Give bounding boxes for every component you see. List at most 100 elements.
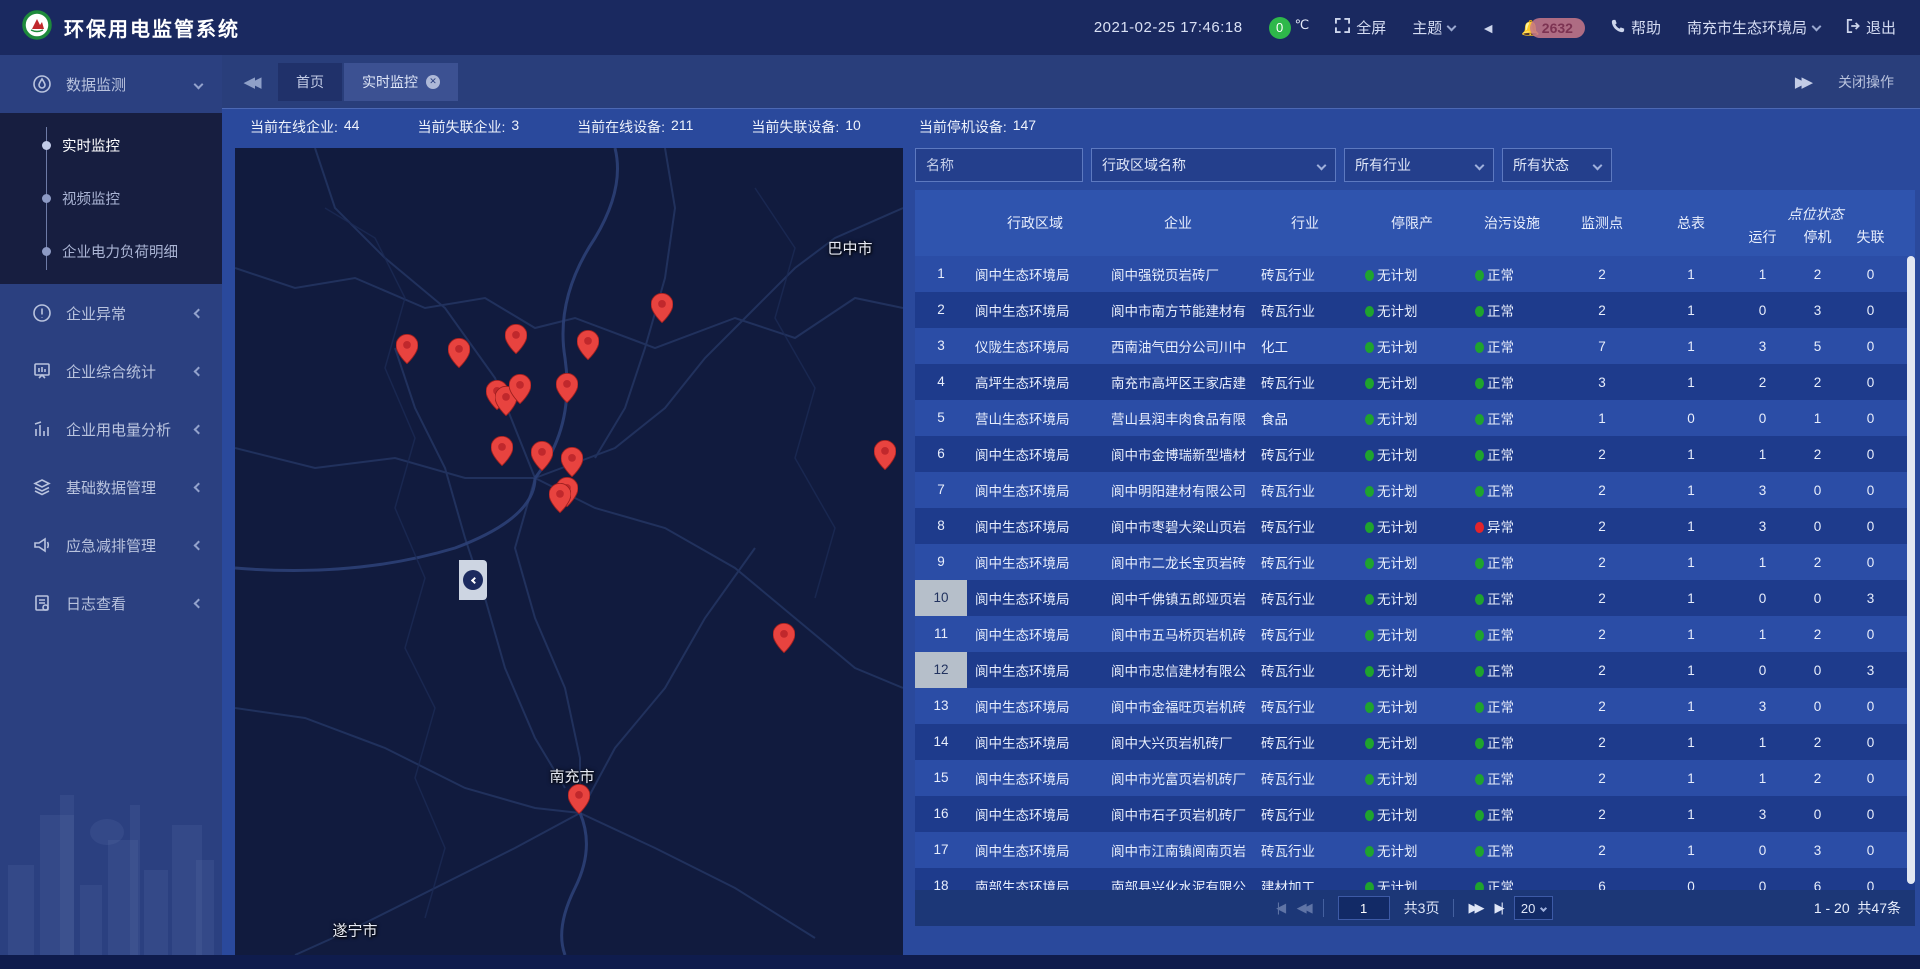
row-index: 9 bbox=[915, 544, 967, 580]
sidebar-item-video-monitoring[interactable]: 视频监控 bbox=[0, 172, 222, 225]
first-page-button[interactable]: |◀ bbox=[1277, 900, 1283, 916]
table-row[interactable]: 4 高坪生态环境局 南充市高坪区王家店建 砖瓦行业 无计划 正常 3 1 2 2 bbox=[915, 364, 1915, 400]
map-marker-pin[interactable] bbox=[531, 441, 553, 471]
cell-facility: 正常 bbox=[1467, 372, 1557, 392]
table-row[interactable]: 14 阆中生态环境局 阆中大兴页岩机砖厂 砖瓦行业 无计划 正常 2 1 1 2 bbox=[915, 724, 1915, 760]
table-row[interactable]: 9 阆中生态环境局 阆中市二龙长宝页岩砖 砖瓦行业 无计划 正常 2 1 1 2 bbox=[915, 544, 1915, 580]
map[interactable]: 巴中市 南充市 遂宁市 bbox=[235, 148, 903, 955]
table-row[interactable]: 13 阆中生态环境局 阆中市金福旺页岩机砖 砖瓦行业 无计划 正常 2 1 3 … bbox=[915, 688, 1915, 724]
status-dot bbox=[1365, 342, 1374, 353]
notifications-button[interactable]: 🔔 2632 bbox=[1521, 18, 1585, 38]
name-filter-field[interactable] bbox=[915, 148, 1083, 182]
cell-company: 营山县润丰肉食品有限 bbox=[1103, 408, 1253, 428]
table-row[interactable]: 12 阆中生态环境局 阆中市忠信建材有限公 砖瓦行业 无计划 正常 2 1 0 … bbox=[915, 652, 1915, 688]
row-index: 13 bbox=[915, 688, 967, 724]
status-filter-select[interactable]: 所有状态 bbox=[1502, 148, 1612, 182]
next-page-button[interactable]: ▶▶ bbox=[1468, 900, 1480, 916]
table-row[interactable]: 15 阆中生态环境局 阆中市光富页岩机砖厂 砖瓦行业 无计划 正常 2 1 1 … bbox=[915, 760, 1915, 796]
status-dot bbox=[1365, 882, 1374, 890]
row-index: 10 bbox=[915, 580, 967, 616]
cell-stop-plan: 无计划 bbox=[1357, 840, 1467, 860]
tabs-scroll-right-icon[interactable]: ▶▶ bbox=[1795, 73, 1808, 91]
map-marker-pin[interactable] bbox=[549, 483, 571, 513]
logout-icon bbox=[1846, 19, 1860, 37]
sidebar-item-emergency-reduction[interactable]: 应急减排管理 bbox=[0, 516, 222, 574]
table-row[interactable]: 7 阆中生态环境局 阆中明阳建材有限公司 砖瓦行业 无计划 正常 2 1 3 0 bbox=[915, 472, 1915, 508]
fullscreen-button[interactable]: 全屏 bbox=[1335, 17, 1386, 38]
col-header-industry: 行业 bbox=[1253, 213, 1357, 233]
table-row[interactable]: 1 阆中生态环境局 阆中强锐页岩砖厂 砖瓦行业 无计划 正常 2 1 1 2 0 bbox=[915, 256, 1915, 292]
map-marker-pin[interactable] bbox=[874, 440, 896, 470]
help-button[interactable]: 帮助 bbox=[1611, 17, 1661, 38]
map-marker-pin[interactable] bbox=[561, 447, 583, 477]
cell-stop: 2 bbox=[1790, 447, 1845, 462]
organization-dropdown[interactable]: 南充市生态环境局 bbox=[1687, 17, 1820, 38]
chevron-left-icon bbox=[194, 424, 204, 434]
row-index: 5 bbox=[915, 400, 967, 436]
map-marker-pin[interactable] bbox=[556, 373, 578, 403]
cell-monitor: 2 bbox=[1557, 843, 1647, 858]
name-input[interactable] bbox=[926, 157, 1072, 173]
table-row[interactable]: 16 阆中生态环境局 阆中市石子页岩机砖厂 砖瓦行业 无计划 正常 2 1 3 … bbox=[915, 796, 1915, 832]
table-row[interactable]: 11 阆中生态环境局 阆中市五马桥页岩机砖 砖瓦行业 无计划 正常 2 1 1 … bbox=[915, 616, 1915, 652]
page-number-input[interactable] bbox=[1338, 896, 1390, 920]
sidebar-item-basic-data[interactable]: 基础数据管理 bbox=[0, 458, 222, 516]
tabs-scroll-left-icon[interactable]: ◀◀ bbox=[222, 73, 278, 91]
map-marker-pin[interactable] bbox=[651, 293, 673, 323]
industry-filter-select[interactable]: 所有行业 bbox=[1344, 148, 1494, 182]
cell-monitor: 2 bbox=[1557, 735, 1647, 750]
logout-button[interactable]: 退出 bbox=[1846, 17, 1896, 38]
stat-item: 当前停机设备:147 bbox=[919, 117, 1036, 137]
pagination-bar: |◀ ◀◀ 共3页 ▶▶ ▶| 20 1 - 20 共47条 bbox=[915, 890, 1915, 926]
sidebar-item-enterprise-statistics[interactable]: 企业综合统计 bbox=[0, 342, 222, 400]
map-marker-pin[interactable] bbox=[448, 338, 470, 368]
map-marker-pin[interactable] bbox=[509, 374, 531, 404]
prev-page-button[interactable]: ◀◀ bbox=[1297, 900, 1309, 916]
table-row[interactable]: 8 阆中生态环境局 阆中市枣碧大梁山页岩 砖瓦行业 无计划 异常 2 1 3 0 bbox=[915, 508, 1915, 544]
cell-stop-plan: 无计划 bbox=[1357, 264, 1467, 284]
tab-realtime-monitoring[interactable]: 实时监控 ✕ bbox=[344, 63, 458, 101]
sidebar-item-enterprise-anomaly[interactable]: 企业异常 bbox=[0, 284, 222, 342]
table-row[interactable]: 10 阆中生态环境局 阆中千佛镇五郎垭页岩 砖瓦行业 无计划 正常 2 1 0 … bbox=[915, 580, 1915, 616]
table-row[interactable]: 6 阆中生态环境局 阆中市金博瑞新型墙材 砖瓦行业 无计划 正常 2 1 1 2 bbox=[915, 436, 1915, 472]
map-marker-pin[interactable] bbox=[396, 334, 418, 364]
row-index: 7 bbox=[915, 472, 967, 508]
status-dot bbox=[1365, 738, 1374, 749]
close-icon[interactable]: ✕ bbox=[426, 75, 440, 89]
status-dot bbox=[1365, 810, 1374, 821]
last-page-button[interactable]: ▶| bbox=[1494, 900, 1499, 916]
speaker-icon[interactable]: ◄ bbox=[1481, 20, 1495, 36]
sidebar-item-power-load-detail[interactable]: 企业电力负荷明细 bbox=[0, 225, 222, 278]
status-dot bbox=[1365, 522, 1374, 533]
status-dot bbox=[1475, 666, 1484, 677]
table-row[interactable]: 5 营山生态环境局 营山县润丰肉食品有限 食品 无计划 正常 1 0 0 1 0 bbox=[915, 400, 1915, 436]
map-panel-collapse-button[interactable] bbox=[459, 560, 487, 600]
table-row[interactable]: 3 仪陇生态环境局 西南油气田分公司川中 化工 无计划 正常 7 1 3 5 0 bbox=[915, 328, 1915, 364]
cell-stop-plan: 无计划 bbox=[1357, 516, 1467, 536]
cell-run: 2 bbox=[1735, 375, 1790, 390]
map-marker-pin[interactable] bbox=[505, 324, 527, 354]
cell-lost: 0 bbox=[1845, 375, 1896, 390]
table-row[interactable]: 18 南部生态环境局 南部县兴化水泥有限公 建材加工 无计划 正常 6 0 0 … bbox=[915, 868, 1915, 890]
page-size-select[interactable]: 20 bbox=[1514, 896, 1553, 920]
table-row[interactable]: 17 阆中生态环境局 阆中市江南镇阆南页岩 砖瓦行业 无计划 正常 2 1 0 … bbox=[915, 832, 1915, 868]
map-marker-pin[interactable] bbox=[577, 330, 599, 360]
sidebar-item-log-view[interactable]: 日志查看 bbox=[0, 574, 222, 632]
region-filter-select[interactable]: 行政区域名称 bbox=[1091, 148, 1336, 182]
close-operations-button[interactable]: 关闭操作 bbox=[1838, 72, 1894, 92]
table-scrollbar[interactable] bbox=[1907, 256, 1915, 890]
sidebar-item-data-monitoring[interactable]: 数据监测 bbox=[0, 55, 222, 113]
cell-stop-plan: 无计划 bbox=[1357, 480, 1467, 500]
status-dot bbox=[1475, 306, 1484, 317]
theme-dropdown[interactable]: 主题 bbox=[1412, 17, 1455, 38]
tab-home[interactable]: 首页 bbox=[278, 63, 342, 101]
map-marker-pin[interactable] bbox=[491, 436, 513, 466]
status-dot bbox=[1475, 738, 1484, 749]
table-row[interactable]: 2 阆中生态环境局 阆中市南方节能建材有 砖瓦行业 无计划 正常 2 1 0 3 bbox=[915, 292, 1915, 328]
sidebar-item-realtime-monitoring[interactable]: 实时监控 bbox=[0, 119, 222, 172]
map-marker-pin[interactable] bbox=[568, 784, 590, 814]
chevron-left-icon bbox=[194, 598, 204, 608]
cell-monitor: 2 bbox=[1557, 699, 1647, 714]
map-marker-pin[interactable] bbox=[773, 623, 795, 653]
sidebar-item-power-analysis[interactable]: 企业用电量分析 bbox=[0, 400, 222, 458]
